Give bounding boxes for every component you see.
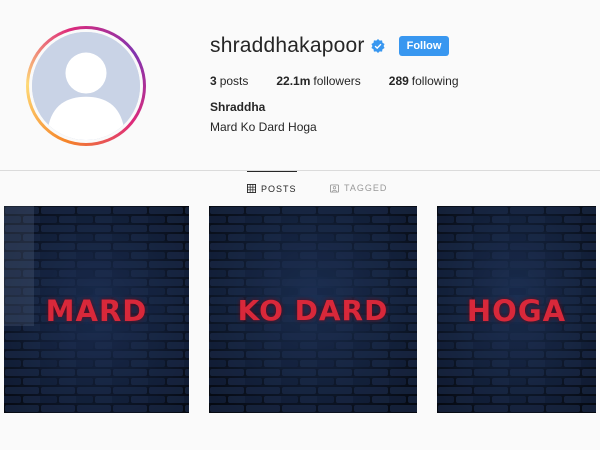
tag-icon (330, 183, 339, 193)
profile-header: shraddhakapoor Follow 3 posts 22.1m follow… (0, 0, 600, 170)
posts-label: posts (219, 74, 249, 88)
post-tile[interactable]: HOGA (437, 206, 596, 413)
post-text: MARD (45, 294, 148, 328)
tab-tagged[interactable]: TAGGED (330, 171, 387, 205)
page-footer (0, 414, 600, 450)
grid-icon (247, 184, 256, 193)
follow-button[interactable]: Follow (398, 36, 450, 56)
followers-stat[interactable]: 22.1m followers (276, 74, 360, 88)
post-text: KO DARD (237, 294, 389, 327)
followers-count: 22.1m (276, 74, 311, 88)
story-ring[interactable] (26, 26, 146, 146)
avatar-border (29, 29, 143, 143)
posts-count: 3 (210, 74, 217, 88)
followers-label: followers (313, 74, 361, 88)
profile-tabs: POSTS TAGGED (0, 171, 600, 205)
default-user-icon (32, 32, 140, 140)
bio: Mard Ko Dard Hoga (210, 120, 317, 134)
post-tile[interactable]: KO DARD (209, 206, 417, 413)
username-row: shraddhakapoor Follow (210, 34, 450, 58)
posts-stat: 3 posts (210, 74, 248, 88)
profile-stats: 3 posts 22.1m followers 289 following (210, 74, 487, 88)
tab-posts-label: POSTS (261, 183, 297, 194)
tab-tagged-label: TAGGED (344, 183, 388, 193)
avatar[interactable] (32, 32, 140, 140)
tab-posts[interactable]: POSTS (247, 171, 297, 205)
post-text: HOGA (466, 294, 567, 328)
posts-grid: MARD KO DARD HOGA (4, 206, 596, 414)
following-stat[interactable]: 289 following (389, 74, 459, 88)
full-name: Shraddha (210, 100, 266, 114)
verified-badge-icon (371, 39, 385, 53)
post-tile[interactable]: MARD (4, 206, 189, 413)
username: shraddhakapoor (210, 34, 365, 57)
following-label: following (411, 74, 459, 88)
following-count: 289 (388, 74, 409, 88)
